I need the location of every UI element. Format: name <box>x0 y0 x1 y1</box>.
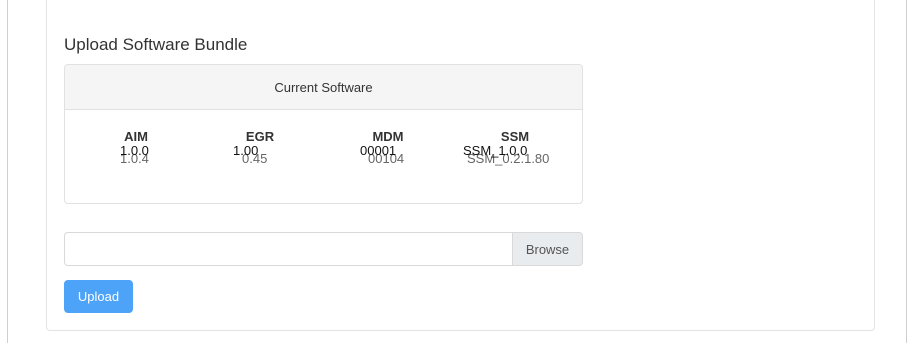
software-version: SSM_1.0.0 <box>463 143 528 158</box>
current-software-panel: Current Software AIM 1.0.4 1.0.0 EGR 0.4… <box>64 64 583 204</box>
upload-button[interactable]: Upload <box>64 280 133 313</box>
software-name: EGR <box>245 129 275 144</box>
current-software-header: Current Software <box>65 65 582 110</box>
software-version: 00001 <box>360 143 397 158</box>
software-egr: EGR 0.45 1.00 <box>200 130 320 170</box>
software-name: AIM <box>124 129 148 144</box>
software-name: MDM <box>372 129 404 144</box>
current-software-columns: AIM 1.0.4 1.0.0 EGR 0.45 1.00 MDM 00104 … <box>65 110 582 203</box>
software-version: 1.00 <box>233 143 259 158</box>
file-path-input[interactable] <box>64 232 512 266</box>
software-ssm: SSM SSM_0.2.1.80 SSM_1.0.0 <box>455 130 575 170</box>
software-mdm: MDM 00104 00001 <box>328 130 448 170</box>
section-title: Upload Software Bundle <box>64 35 248 54</box>
software-version: 1.0.0 <box>120 143 149 158</box>
file-picker: Browse <box>64 232 583 266</box>
software-aim: AIM 1.0.4 1.0.0 <box>76 130 196 170</box>
software-name: SSM <box>500 129 530 144</box>
browse-button[interactable]: Browse <box>512 232 583 266</box>
